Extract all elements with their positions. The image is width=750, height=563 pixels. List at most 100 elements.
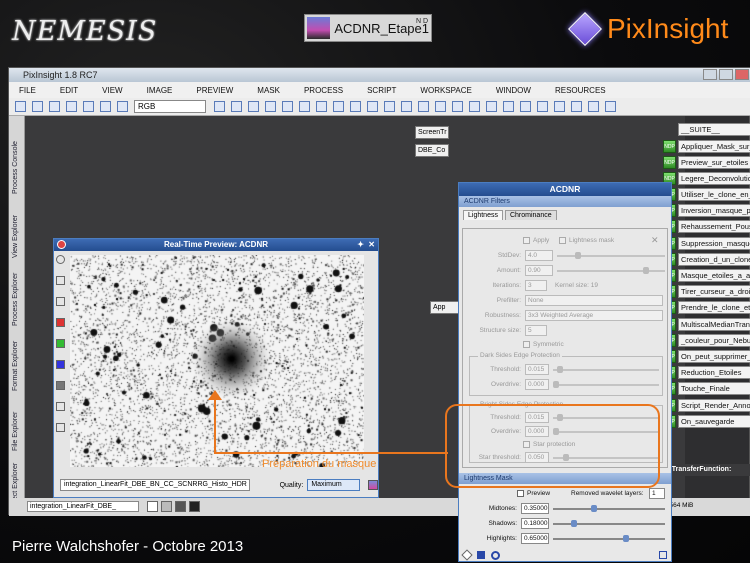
process-item[interactable]: NDP Legere_Deconvolution (663, 171, 750, 187)
midtones-thumb[interactable] (591, 505, 597, 512)
zoom-icon[interactable] (117, 101, 128, 112)
iterations-field[interactable]: 3 (525, 280, 547, 291)
mask-icon[interactable] (333, 101, 344, 112)
channel-g-icon[interactable] (401, 101, 412, 112)
process-item[interactable]: NDPCreation_d_un_clone_p (663, 252, 750, 268)
menu-process[interactable]: PROCESS (304, 86, 343, 95)
process-item[interactable]: NDP Appliquer_Mask_sur_l (663, 138, 750, 154)
filters-section-header[interactable]: ACDNR Filters (459, 196, 671, 207)
tile-icon[interactable] (469, 101, 480, 112)
close-button[interactable] (735, 69, 749, 80)
cascade-icon[interactable] (486, 101, 497, 112)
process-item[interactable]: NDPTouche_Finale (663, 381, 750, 397)
menu-mask[interactable]: MASK (257, 86, 280, 95)
maximize-button[interactable] (719, 69, 733, 80)
workspace-icon-dbe[interactable]: DBE_Co (415, 144, 449, 157)
green-channel-icon[interactable] (56, 339, 65, 348)
menu-image[interactable]: IMAGE (147, 86, 173, 95)
shadows-slider[interactable] (553, 523, 665, 525)
highlights-slider[interactable] (553, 538, 665, 540)
removed-layers-field[interactable]: 1 (649, 488, 665, 499)
readout-icon[interactable] (299, 101, 310, 112)
stddev-thumb[interactable] (575, 252, 581, 259)
process-item[interactable]: NDPScript_Render_Annotati (663, 397, 750, 413)
explorer-icon[interactable] (503, 101, 514, 112)
fit-icon[interactable] (282, 101, 293, 112)
workspace-icon-app[interactable]: App (430, 301, 460, 314)
workspace-icon-screentr[interactable]: ScreenTr (415, 126, 449, 139)
shadows-field[interactable]: 0.18000 (521, 518, 549, 529)
minimize-button[interactable] (703, 69, 717, 80)
dark-threshold-thumb[interactable] (557, 366, 563, 373)
stddev-field[interactable]: 4.0 (525, 250, 553, 261)
lightness-mask-checkbox[interactable] (559, 237, 566, 244)
stats-icon[interactable] (588, 101, 599, 112)
sidebar-tab-file-explorer[interactable]: File Explorer (12, 412, 19, 451)
layout-icon[interactable] (452, 101, 463, 112)
menu-script[interactable]: SCRIPT (367, 86, 396, 95)
apply-global-icon[interactable] (477, 551, 485, 559)
amount-field[interactable]: 0.90 (525, 265, 553, 276)
process-item[interactable]: NDP_couleur_pour_Nebuleuse (663, 332, 750, 348)
menu-window[interactable]: WINDOW (496, 86, 531, 95)
symmetric-checkbox[interactable] (523, 341, 530, 348)
process-item[interactable]: NDPMasque_etoiles_a_appli (663, 268, 750, 284)
status-mode-3-icon[interactable] (175, 501, 186, 512)
robustness-select[interactable]: 3x3 Weighted Average (525, 310, 663, 321)
script-icon[interactable] (520, 101, 531, 112)
tab-chrominance[interactable]: Chrominance (504, 210, 557, 220)
console-icon[interactable] (537, 101, 548, 112)
mask-preview-checkbox[interactable] (517, 490, 524, 497)
dark-overdrive-field[interactable]: 0.000 (525, 379, 549, 390)
camera-icon[interactable] (56, 402, 65, 411)
resize-icon[interactable] (659, 551, 667, 559)
menu-view[interactable]: VIEW (102, 86, 122, 95)
close-preview-icon[interactable]: ✕ (368, 239, 375, 251)
process-item[interactable]: NDPOn_peut_supprimer_ma (663, 349, 750, 365)
reset-x-icon[interactable]: ✕ (651, 235, 659, 246)
process-item[interactable]: NDPPrendre_le_clone_et_ap (663, 300, 750, 316)
apply-checkbox[interactable] (523, 237, 530, 244)
preview-image-selector[interactable]: integration_LinearFit_DBE_BN_CC_SCNRRG_H… (60, 479, 250, 491)
channel-b-icon[interactable] (418, 101, 429, 112)
process-item[interactable]: __SUITE__ (663, 122, 750, 138)
pan-tool-icon[interactable] (56, 276, 65, 285)
process-item[interactable]: NDPSuppression_masque_ (663, 235, 750, 251)
readout-tool-icon[interactable] (56, 297, 65, 306)
stddev-slider[interactable] (557, 255, 665, 257)
highlights-field[interactable]: 0.65000 (521, 533, 549, 544)
extra-icon[interactable] (605, 101, 616, 112)
zoom-out-icon[interactable] (248, 101, 259, 112)
process-item[interactable]: NDPInversion_masque_pour (663, 203, 750, 219)
tab-lightness[interactable]: Lightness (463, 210, 503, 220)
pan-icon[interactable] (265, 101, 276, 112)
dark-threshold-field[interactable]: 0.015 (525, 364, 549, 375)
process-item[interactable]: NDPUtiliser_le_clone_en_ta (663, 187, 750, 203)
realtime-preview-icon[interactable] (491, 551, 500, 560)
status-mode-4-icon[interactable] (189, 501, 200, 512)
midtones-field[interactable]: 0.35000 (521, 503, 549, 514)
move-icon[interactable] (214, 101, 225, 112)
prefilter-select[interactable]: None (525, 295, 663, 306)
settings-icon[interactable] (554, 101, 565, 112)
preview-menu-icon[interactable] (57, 240, 66, 249)
preview-options-icon[interactable] (368, 480, 378, 490)
menu-preview[interactable]: PREVIEW (196, 86, 233, 95)
preview-icon[interactable] (316, 101, 327, 112)
mask-invert-icon[interactable] (367, 101, 378, 112)
process-item[interactable]: NDPTirer_curseur_a_droite (663, 284, 750, 300)
save-icon[interactable] (83, 101, 94, 112)
channel-r-icon[interactable] (384, 101, 395, 112)
grid-icon[interactable] (435, 101, 446, 112)
highlights-thumb[interactable] (623, 535, 629, 542)
process-item[interactable]: NDPRehaussement_Poussi (663, 219, 750, 235)
status-mode-2-icon[interactable] (161, 501, 172, 512)
lightness-icon[interactable] (56, 381, 65, 390)
menu-file[interactable]: FILE (19, 86, 36, 95)
process-item[interactable]: NDPReduction_Etoiles (663, 365, 750, 381)
process-item[interactable]: NDPOn_sauvegarde (663, 413, 750, 429)
menu-workspace[interactable]: WORKSPACE (420, 86, 471, 95)
undo-icon[interactable] (49, 101, 60, 112)
new-file-icon[interactable] (15, 101, 26, 112)
stf-icon[interactable] (100, 101, 111, 112)
